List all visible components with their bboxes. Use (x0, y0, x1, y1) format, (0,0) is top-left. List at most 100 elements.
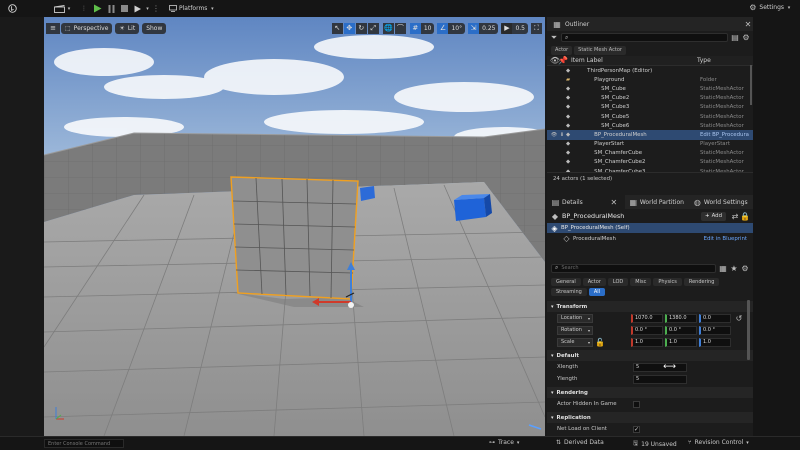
lit-button[interactable]: ☀ Lit (115, 22, 140, 34)
show-button[interactable]: Show (142, 22, 167, 34)
scale-x[interactable]: 1.0 (631, 337, 663, 347)
outliner-tab[interactable]: ▦ Outliner ✕ (547, 17, 753, 31)
hidden-in-game-checkbox[interactable] (633, 400, 640, 408)
world-settings-tab[interactable]: ◍ World Settings (689, 195, 753, 209)
outliner-row[interactable]: ◆ PlayerStart PlayerStart (547, 140, 753, 149)
category-tab[interactable]: Rendering (683, 278, 720, 286)
location-x[interactable]: 1070.0 (631, 313, 663, 323)
location-dropdown[interactable]: Location ▾ (557, 313, 593, 323)
outliner-row[interactable]: ◆ SM_Cube StaticMeshActor (547, 84, 753, 93)
translate-tool-icon[interactable]: ✥ (343, 22, 355, 34)
scale-z[interactable]: 1.0 (699, 337, 731, 347)
col-type[interactable]: Type (697, 57, 711, 64)
col-item-label[interactable]: Item Label (571, 57, 603, 64)
maximize-viewport-icon[interactable]: ⛶ (531, 22, 542, 34)
category-tab[interactable]: General (551, 278, 581, 286)
perspective-button[interactable]: ⬚ Perspective (61, 22, 113, 34)
xlength-input[interactable]: 5 ⟷ (633, 362, 687, 372)
details-tab[interactable]: ▤ Details ✕ (547, 195, 625, 209)
lock-icon[interactable]: 🔓 (595, 338, 605, 347)
derived-data-menu[interactable]: ⇅ Derived Data (556, 439, 604, 446)
scale-tool-icon[interactable]: ⤢ (367, 22, 379, 34)
outliner-row[interactable]: ◆ ThirdPersonMap (Editor) (547, 66, 753, 75)
net-load-checkbox[interactable]: ✓ (633, 425, 640, 433)
rotation-dropdown[interactable]: Rotation ▾ (557, 325, 593, 335)
stop-icon[interactable] (119, 3, 129, 14)
outliner-row[interactable]: ◆ SM_Cube5 StaticMeshActor (547, 112, 753, 121)
category-tab[interactable]: Misc (630, 278, 652, 286)
outliner-row[interactable]: ◆ SM_ChamferCube StaticMeshActor (547, 149, 753, 158)
world-partition-tab[interactable]: ▦ World Partition (625, 195, 689, 209)
star-icon[interactable]: ★ (730, 264, 738, 273)
rotation-z[interactable]: 0.0 ° (699, 325, 731, 335)
close-icon[interactable]: ✕ (743, 20, 753, 29)
replication-section[interactable]: ▾ Replication (547, 412, 753, 423)
rotate-tool-icon[interactable]: ↻ (355, 22, 367, 34)
revision-control-menu[interactable]: ⑂ Revision Control ▾ (688, 439, 749, 446)
more-options-icon[interactable]: ⋮ (80, 4, 88, 13)
outliner-row[interactable]: 👁 ⬇ ◆ BP_ProceduralMesh Edit BP_Procedura (547, 130, 753, 140)
close-icon[interactable]: ✕ (608, 198, 620, 207)
add-component-button[interactable]: + Add (701, 211, 726, 221)
surface-snap-icon[interactable]: ⌒ (394, 22, 406, 34)
chevron-down-icon[interactable]: ▾ (66, 4, 72, 13)
details-search-input[interactable]: ⌕ Search (551, 263, 716, 273)
clapperboard-icon[interactable] (52, 4, 66, 13)
grid-snap-toggle[interactable]: # 10 (409, 22, 435, 34)
camera-speed-button[interactable]: ▶ 0.5 (501, 22, 528, 34)
category-tab[interactable]: Actor (582, 278, 606, 286)
category-tab[interactable]: Streaming (551, 288, 587, 296)
outliner-scrollbar[interactable] (750, 65, 752, 105)
scale-snap-toggle[interactable]: ⇲ 0.25 (468, 22, 499, 34)
chevron-down-icon[interactable]: ▾ (144, 4, 151, 13)
play-button[interactable] (92, 3, 103, 14)
settings-menu[interactable]: ⚙ Settings ▾ (748, 3, 792, 12)
edit-in-blueprint-link[interactable]: Edit in Blueprint (704, 236, 747, 242)
filter-chip-static-mesh[interactable]: Static Mesh Actor (574, 45, 626, 55)
pin-icon[interactable]: ⬇ (558, 132, 566, 138)
outliner-search-input[interactable]: ⌕ (561, 33, 728, 42)
component-row[interactable]: ◇ ProceduralMesh Edit in Blueprint (547, 233, 753, 244)
ylength-input[interactable]: 5 (633, 374, 687, 384)
lock-icon[interactable]: 🔒 (740, 212, 750, 221)
more-options-icon[interactable]: ⋮ (152, 4, 160, 13)
scale-y[interactable]: 1.0 (665, 337, 697, 347)
trace-menu[interactable]: ⊶ Trace ▾ (489, 439, 519, 446)
select-tool-icon[interactable]: ↖ (331, 22, 343, 34)
outliner-row[interactable]: ▰ Playground Folder (547, 75, 753, 84)
details-scrollbar[interactable] (747, 300, 750, 360)
location-z[interactable]: 0.0 (699, 313, 731, 323)
outliner-row[interactable]: ◆ SM_Cube2 StaticMeshActor (547, 94, 753, 103)
rotation-x[interactable]: 0.0 ° (631, 325, 663, 335)
default-section[interactable]: ▾ Default (547, 350, 753, 361)
gear-icon[interactable]: ⚙ (741, 264, 749, 273)
category-tab[interactable]: LOD (607, 278, 629, 286)
outliner-row[interactable]: ◆ SM_ChamferCube3 StaticMeshActor (547, 167, 753, 172)
level-viewport[interactable] (44, 17, 545, 436)
visibility-icon[interactable]: 👁 (550, 132, 558, 138)
scale-dropdown[interactable]: Scale ▾ (557, 337, 593, 347)
category-tab[interactable]: All (588, 288, 606, 296)
rotation-y[interactable]: 0.0 ° (665, 325, 697, 335)
rotation-snap-toggle[interactable]: ∠ 10° (437, 22, 466, 34)
add-folder-icon[interactable]: ▤ (731, 33, 739, 42)
reset-icon[interactable]: ↺ (735, 314, 743, 323)
actor-name[interactable]: BP_ProceduralMesh (562, 212, 624, 220)
filter-chip-actor[interactable]: Actor (551, 45, 573, 55)
outliner-row[interactable]: ◆ SM_ChamferCube2 StaticMeshActor (547, 158, 753, 167)
viewport-menu-button[interactable]: ≡ (46, 22, 60, 34)
platforms-menu[interactable]: Platforms ▾ (168, 3, 215, 14)
eject-icon[interactable] (132, 3, 143, 14)
filter-icon[interactable]: ⏷ (550, 33, 558, 43)
pause-icon[interactable] (106, 3, 116, 14)
grid-view-icon[interactable]: ▦ (719, 264, 727, 273)
category-tab[interactable]: Physics (653, 278, 682, 286)
location-y[interactable]: 1380.0 (665, 313, 697, 323)
outliner-row[interactable]: ◆ SM_Cube3 StaticMeshActor (547, 103, 753, 112)
world-space-icon[interactable]: 🌐 (382, 22, 394, 34)
transform-section[interactable]: ▾ Transform (547, 301, 753, 312)
outliner-row[interactable]: ◆ SM_Cube6 StaticMeshActor (547, 121, 753, 130)
console-input[interactable]: Enter Console Command (44, 439, 124, 448)
component-self-row[interactable]: ◈ BP_ProceduralMesh (Self) (547, 223, 753, 233)
gear-icon[interactable]: ⚙ (742, 33, 750, 42)
